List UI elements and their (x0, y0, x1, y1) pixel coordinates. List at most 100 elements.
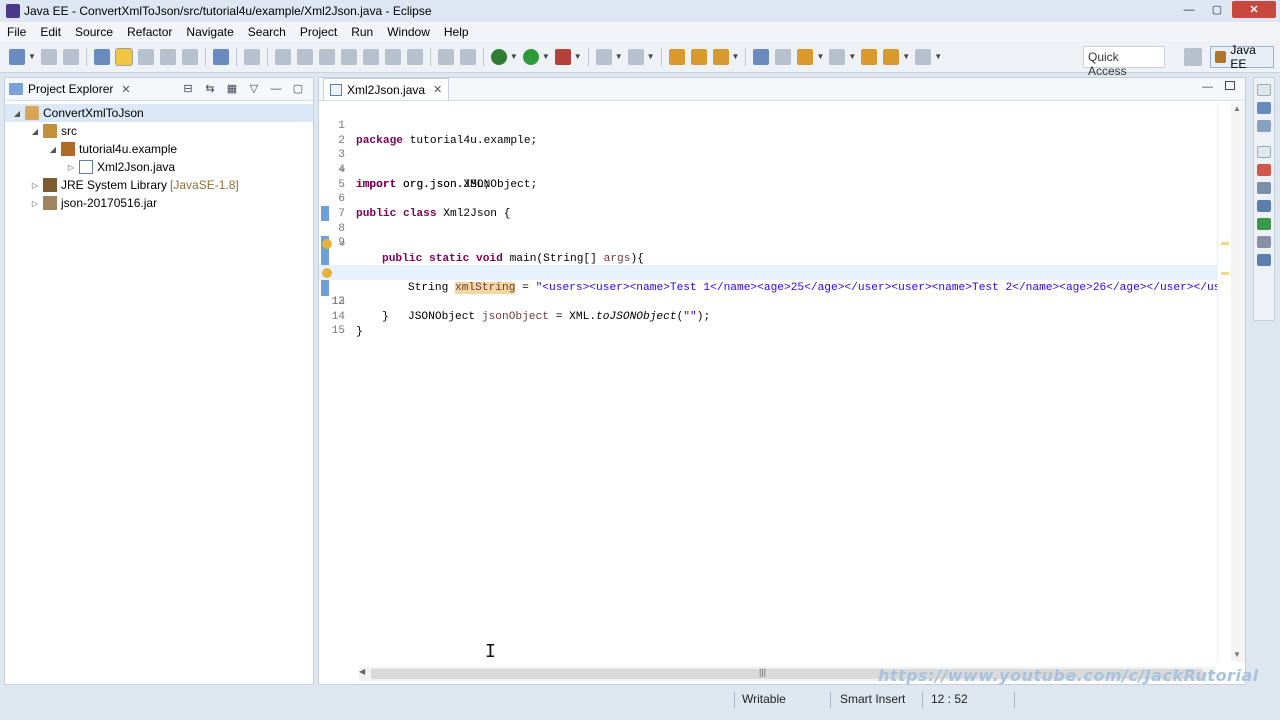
maximize-view-icon[interactable]: ▢ (291, 82, 305, 96)
tab-xml2json-java[interactable]: Xml2Json.java ✕ (323, 78, 450, 100)
status-insert-mode[interactable]: Smart Insert (840, 692, 905, 706)
servers-view-icon[interactable] (1257, 200, 1271, 212)
project-explorer-title[interactable]: Project Explorer (28, 82, 113, 96)
warning-marker-icon[interactable] (322, 239, 332, 249)
menu-search[interactable]: Search (241, 25, 293, 39)
restore-icon[interactable] (1257, 146, 1271, 158)
vertical-scrollbar[interactable]: ▲ ▼ (1231, 102, 1245, 662)
save-icon[interactable] (40, 48, 57, 65)
minimize-button[interactable]: — (1176, 1, 1202, 18)
new-dropdown-icon[interactable]: ▼ (28, 52, 36, 61)
open-web-browser-icon[interactable] (753, 48, 770, 65)
warning-overview-marker[interactable] (1221, 242, 1229, 245)
minimize-view-icon[interactable]: — (269, 82, 283, 96)
expand-toggle-icon[interactable]: ◢ (29, 127, 41, 136)
minimize-editor-icon[interactable]: — (1202, 81, 1213, 93)
skip-breakpoints-icon[interactable] (243, 48, 260, 65)
new-project-wizard-icon[interactable] (627, 48, 644, 65)
server-dropdown-icon[interactable]: ▼ (615, 52, 623, 61)
word-wrap-icon[interactable] (137, 48, 154, 65)
suspend-icon[interactable] (296, 48, 313, 65)
console-icon[interactable] (212, 48, 229, 65)
forward-dropdown-icon[interactable]: ▼ (934, 52, 942, 61)
open-task-icon[interactable] (690, 48, 707, 65)
filters-icon[interactable]: ▦ (225, 82, 239, 96)
search-dropdown-icon[interactable]: ▼ (732, 52, 740, 61)
open-type-icon[interactable] (668, 48, 685, 65)
step-over-icon[interactable] (384, 48, 401, 65)
save-all-icon[interactable] (62, 48, 79, 65)
tree-item-package[interactable]: ◢ tutorial4u.example (5, 140, 313, 158)
previous-annotation-icon[interactable] (829, 48, 846, 65)
show-whitespace-icon[interactable] (181, 48, 198, 65)
collapse-all-icon[interactable]: ⊟ (181, 82, 195, 96)
last-edit-location-icon[interactable] (861, 48, 878, 65)
menu-edit[interactable]: Edit (33, 25, 68, 39)
console-view-icon[interactable] (1257, 254, 1271, 266)
maximize-button[interactable]: ▢ (1204, 1, 1230, 18)
wizard-dropdown-icon[interactable]: ▼ (647, 52, 655, 61)
run-icon[interactable] (522, 48, 539, 65)
close-tab-icon[interactable]: ✕ (433, 83, 442, 96)
tree-item-java-file[interactable]: ▷ Xml2Json.java (5, 158, 313, 176)
tree-item-src[interactable]: ◢ src (5, 122, 313, 140)
scroll-up-icon[interactable]: ▲ (1233, 104, 1241, 113)
properties-view-icon[interactable] (1257, 182, 1271, 194)
resume-icon[interactable] (274, 48, 291, 65)
snippets-view-icon[interactable] (1257, 236, 1271, 248)
scroll-down-icon[interactable]: ▼ (1233, 650, 1241, 659)
link-with-editor-icon[interactable]: ⇆ (203, 82, 217, 96)
restore-icon[interactable] (1257, 84, 1271, 96)
expand-toggle-icon[interactable]: ◢ (11, 109, 23, 118)
menu-run[interactable]: Run (344, 25, 380, 39)
toggle-ant-editor-icon[interactable] (775, 48, 792, 65)
task-list-icon[interactable] (1257, 120, 1271, 132)
step-into-icon[interactable] (362, 48, 379, 65)
menu-window[interactable]: Window (380, 25, 437, 39)
back-icon[interactable] (883, 48, 900, 65)
menu-navigate[interactable]: Navigate (179, 25, 240, 39)
expand-toggle-icon[interactable]: ▷ (29, 181, 41, 190)
toggle-breadcrumb-icon[interactable] (93, 48, 110, 65)
overview-ruler[interactable] (1217, 102, 1231, 662)
previous-annotation-dropdown-icon[interactable]: ▼ (848, 52, 856, 61)
terminate-icon[interactable] (318, 48, 335, 65)
disconnect-icon[interactable] (340, 48, 357, 65)
expand-toggle-icon[interactable]: ▷ (65, 163, 77, 172)
perspective-java-ee-button[interactable]: Java EE (1210, 43, 1274, 71)
tree-item-jre-library[interactable]: ▷ JRE System Library [JavaSE-1.8] (5, 176, 313, 194)
mark-occurrences-icon[interactable] (114, 47, 133, 66)
close-view-icon[interactable]: ✕ (121, 83, 130, 96)
menu-file[interactable]: File (0, 25, 33, 39)
run-last-tool-icon[interactable] (554, 48, 571, 65)
outline-view-icon[interactable] (1257, 102, 1271, 114)
new-icon[interactable] (9, 48, 25, 65)
forward-icon[interactable] (915, 48, 932, 65)
menu-project[interactable]: Project (293, 25, 344, 39)
search-icon[interactable] (712, 48, 729, 65)
open-perspective-icon[interactable] (1184, 48, 1202, 66)
next-annotation-dropdown-icon[interactable]: ▼ (816, 52, 824, 61)
tree-item-project[interactable]: ◢ ConvertXmlToJson (5, 104, 313, 122)
data-source-explorer-icon[interactable] (1257, 218, 1271, 230)
view-menu-icon[interactable]: ▽ (247, 82, 261, 96)
menu-refactor[interactable]: Refactor (120, 25, 179, 39)
warning-overview-marker[interactable] (1221, 272, 1229, 275)
warning-marker-icon[interactable] (322, 268, 332, 278)
drop-to-frame-icon[interactable] (437, 48, 454, 65)
expand-toggle-icon[interactable]: ◢ (47, 145, 59, 154)
use-step-filters-icon[interactable] (459, 48, 476, 65)
step-return-icon[interactable] (406, 48, 423, 65)
markers-view-icon[interactable] (1257, 164, 1271, 176)
next-annotation-icon[interactable] (797, 48, 814, 65)
menu-help[interactable]: Help (437, 25, 476, 39)
code-area[interactable]: 1 package tutorial4u.example; 2 3 ⊖ impo… (319, 102, 1234, 662)
tree-item-jar[interactable]: ▷ json-20170516.jar (5, 194, 313, 212)
quick-access-field[interactable]: Quick Access (1083, 46, 1165, 78)
maximize-editor-icon[interactable] (1225, 81, 1235, 90)
new-server-icon[interactable] (595, 48, 612, 65)
scroll-left-icon[interactable]: ◀ (359, 667, 365, 676)
back-dropdown-icon[interactable]: ▼ (902, 52, 910, 61)
close-button[interactable]: ✕ (1232, 1, 1276, 18)
external-tools-dropdown-icon[interactable]: ▼ (574, 52, 582, 61)
